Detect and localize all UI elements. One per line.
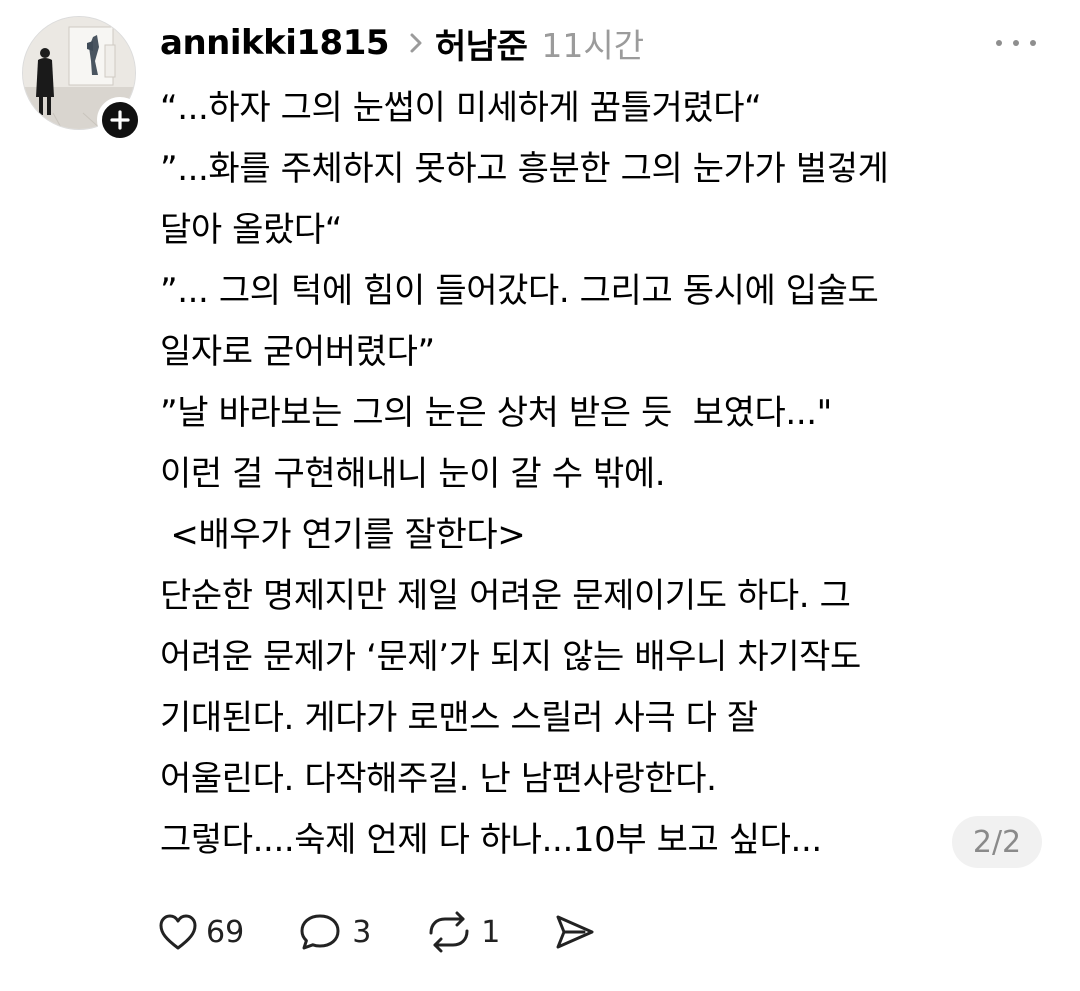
like-count: 69 <box>206 914 245 950</box>
post-text-line: 이런 걸 구현해내니 눈이 갈 수 밖에. <box>160 454 666 494</box>
post-text-line: 단순한 명제지만 제일 어려운 문제이기도 하다. 그 <box>160 576 851 616</box>
post-text-line: 기대된다. 게다가 로맨스 스릴러 사극 다 잘 <box>160 698 758 738</box>
post-text-line: ”...화를 주체하지 못하고 흥분한 그의 눈가가 벌겋게 <box>160 149 889 189</box>
post-text-line: “...하자 그의 눈썹이 미세하게 꿈틀거렸다“ <box>160 88 762 128</box>
topic-tag-link[interactable]: 허남준 <box>435 19 528 68</box>
reply-button[interactable]: 3 <box>298 912 371 952</box>
more-options-button[interactable] <box>996 28 1036 58</box>
post-text-line: 일자로 굳어버렸다” <box>160 332 435 372</box>
repost-count: 1 <box>481 914 501 950</box>
more-dots-icon <box>1030 40 1036 46</box>
post-header: annikki1815 허남준 11시간 <box>160 16 644 70</box>
reply-count: 3 <box>352 914 372 950</box>
heart-icon <box>159 914 197 950</box>
post-body: “...하자 그의 눈썹이 미세하게 꿈틀거렸다“ ”...화를 주체하지 못하… <box>160 78 1060 871</box>
repost-button[interactable]: 1 <box>425 911 500 953</box>
action-bar: 69 3 1 <box>158 906 596 958</box>
username-link[interactable]: annikki1815 <box>160 23 390 63</box>
more-dots-icon <box>996 40 1002 46</box>
avatar-container[interactable] <box>22 16 143 143</box>
share-button[interactable] <box>554 913 596 951</box>
post-text-line: <배우가 연기를 잘한다> <box>160 515 526 555</box>
post-text-line: 그렇다....숙제 언제 다 하나...10부 보고 싶다... <box>160 820 822 860</box>
follow-button[interactable] <box>97 97 143 143</box>
like-button[interactable]: 69 <box>158 913 244 951</box>
chevron-right-icon <box>409 32 423 54</box>
page-indicator[interactable]: 2/2 <box>952 816 1042 868</box>
post-text-line: 어려운 문제가 ‘문제’가 되지 않는 배우니 차기작도 <box>160 637 861 677</box>
plus-icon <box>110 110 130 130</box>
post-text-line: 달아 올랐다“ <box>160 210 343 250</box>
more-dots-icon <box>1013 40 1019 46</box>
speech-bubble-icon <box>300 914 340 950</box>
post-text-line: ”날 바라보는 그의 눈은 상처 받은 듯 보였다..." <box>160 393 832 433</box>
send-icon <box>556 915 594 949</box>
post-text-line: ”... 그의 턱에 힘이 들어갔다. 그리고 동시에 입술도 <box>160 271 879 311</box>
post-text-line: 어울린다. 다작해주길. 난 남편사랑한다. <box>160 759 717 799</box>
post-timestamp: 11시간 <box>541 26 645 65</box>
repost-icon <box>429 911 469 953</box>
